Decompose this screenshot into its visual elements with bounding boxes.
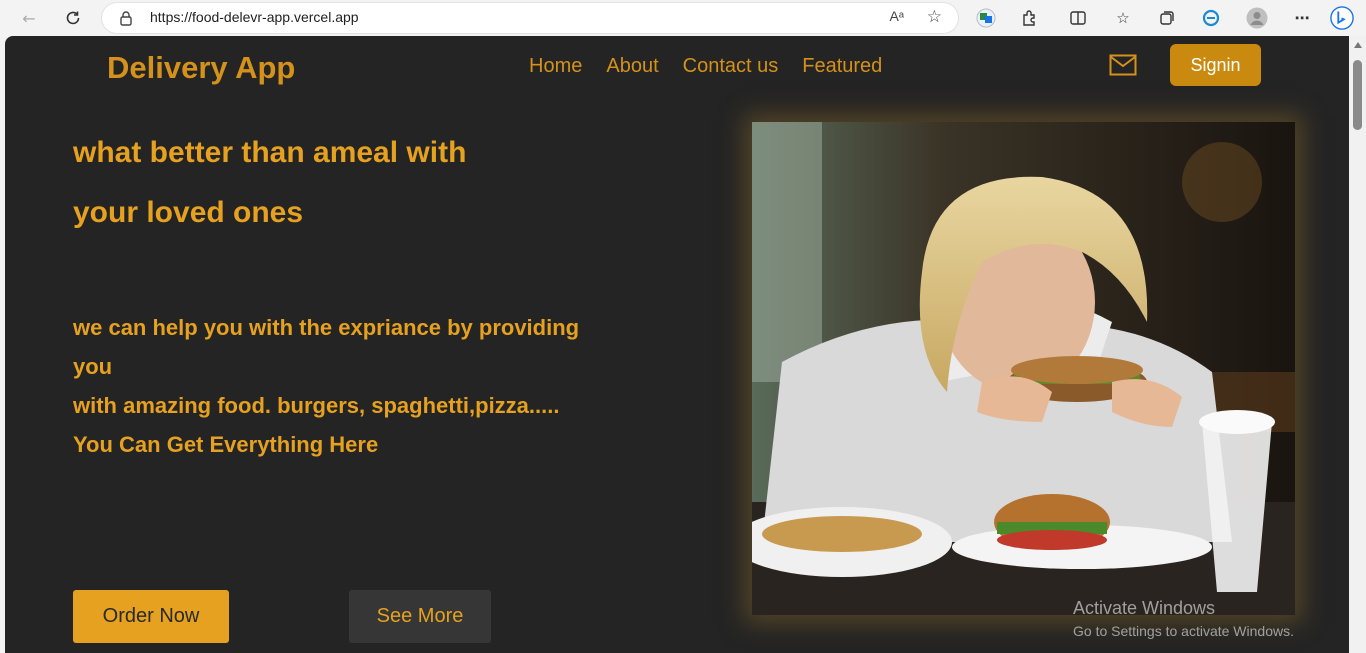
nav-link-home[interactable]: Home — [529, 55, 582, 78]
address-bar[interactable]: https://food-delevr-app.vercel.app Aᵃ ☆ — [102, 3, 958, 33]
hero-description-line: You Can Get Everything Here — [73, 432, 379, 457]
hero-description-line: we can help you with the expriance by pr… — [73, 315, 580, 340]
order-now-button[interactable]: Order Now — [73, 590, 229, 643]
scroll-up-arrow-icon[interactable] — [1353, 42, 1362, 48]
see-more-button[interactable]: See More — [349, 590, 491, 643]
hero-heading-line1: what better than ameal with — [73, 136, 467, 169]
watermark-title: Activate Windows — [1073, 598, 1216, 618]
favorite-star-icon[interactable]: ☆ — [927, 7, 942, 27]
extensions-icon[interactable] — [1018, 6, 1042, 30]
read-aloud-icon[interactable]: Aᵃ — [889, 8, 904, 24]
watermark-subtitle: Go to Settings to activate Windows. — [1073, 623, 1294, 639]
translate-icon[interactable] — [974, 6, 998, 30]
hero-description: we can help you with the expriance by pr… — [73, 308, 633, 464]
hero-heading-line2: your loved ones — [73, 196, 304, 229]
refresh-icon[interactable] — [60, 6, 86, 30]
windows-activation-watermark: Activate Windows Go to Settings to activ… — [1073, 598, 1294, 639]
main-nav: Home About Contact us Featured — [529, 55, 882, 78]
nav-link-featured[interactable]: Featured — [802, 55, 882, 78]
hero-description-line: you — [73, 354, 113, 379]
collections-icon[interactable] — [1155, 6, 1179, 30]
signin-button[interactable]: Signin — [1170, 44, 1261, 86]
back-icon[interactable]: ← — [16, 6, 42, 30]
more-menu-icon[interactable]: ⋯ — [1290, 6, 1314, 30]
mail-icon[interactable] — [1109, 54, 1137, 76]
url-text[interactable]: https://food-delevr-app.vercel.app — [150, 9, 359, 25]
brand-logo[interactable]: Delivery App — [107, 50, 295, 86]
browser-toolbar: ← https://food-delevr-app.vercel.app Aᵃ … — [0, 0, 1366, 36]
web-page: Delivery App Home About Contact us Featu… — [5, 36, 1349, 653]
nav-link-about[interactable]: About — [606, 55, 658, 78]
bing-copilot-icon[interactable] — [1330, 6, 1354, 30]
profile-avatar-icon[interactable] — [1245, 6, 1269, 30]
vertical-scrollbar[interactable] — [1349, 36, 1366, 653]
split-screen-icon[interactable] — [1066, 6, 1090, 30]
nav-link-contact[interactable]: Contact us — [683, 55, 779, 78]
scroll-thumb[interactable] — [1353, 60, 1362, 130]
hero-description-line: with amazing food. burgers, spaghetti,pi… — [73, 393, 560, 418]
favorites-icon[interactable]: ☆ — [1111, 6, 1135, 30]
edge-icon[interactable] — [1199, 6, 1223, 30]
hero-photo — [752, 122, 1295, 615]
lock-icon[interactable] — [118, 10, 134, 26]
